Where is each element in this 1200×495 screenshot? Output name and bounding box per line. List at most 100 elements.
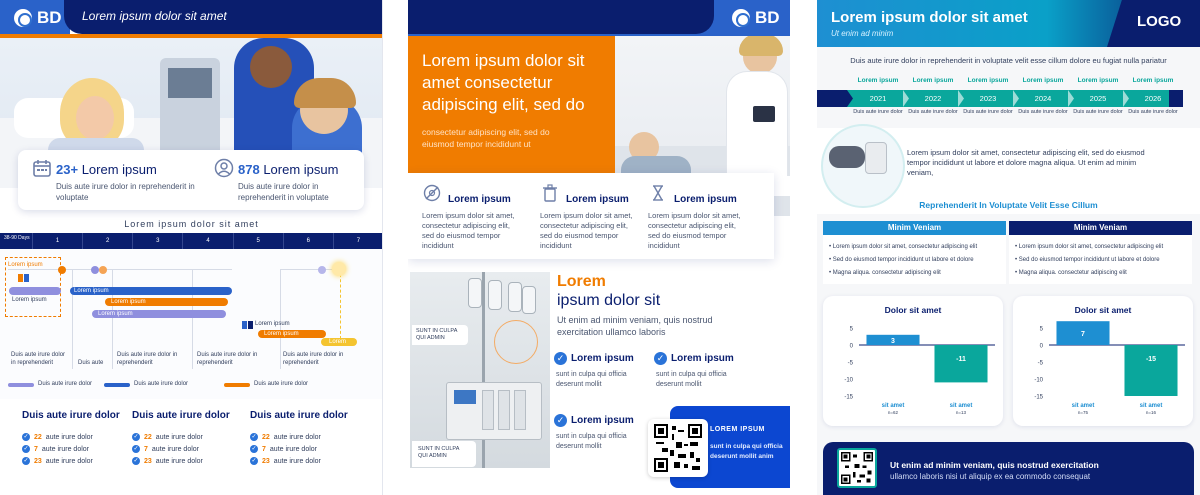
section-title: Lorem ipsum dolor sit — [557, 273, 787, 311]
y-tick-label: 0 — [1040, 344, 1044, 350]
header-title: Lorem ipsum dolor sit amet — [82, 9, 227, 23]
brand-logo: BD — [732, 8, 780, 28]
hero-subtitle: consectetur adipiscing elit, sed do eius… — [422, 127, 550, 149]
purple-dot-right — [318, 266, 326, 274]
check-icon: ✓ — [22, 457, 30, 465]
section-desc: Ut enim ad minim veniam, quis nostrud ex… — [557, 315, 713, 337]
summary-item: ✓ 23 aute irure dolor — [132, 457, 242, 465]
orange-dot — [58, 266, 66, 274]
summary-text: aute irure dolor — [155, 457, 203, 465]
logo-block: LOGO — [1107, 0, 1200, 47]
info-table: Minim Veniam • Lorem ipsum dolor sit ame… — [823, 221, 1006, 284]
panel3-title: Lorem ipsum dolor sit amet — [831, 9, 1028, 26]
reprehenderit-heading: Reprehenderit In Voluptate Velit Esse Ci… — [919, 200, 1098, 210]
summary-num: 7 — [262, 445, 266, 453]
timeline-note: Duis aute irure dolor in reprehenderit — [117, 352, 178, 366]
timeline-note: Duis aute — [78, 360, 104, 366]
summary-text: aute irure dolor — [41, 445, 89, 453]
check-icon: ✓ — [554, 414, 567, 427]
features-card: Lorem ipsum Lorem ipsum dolor sit amet, … — [408, 173, 774, 259]
summary-num: 22 — [34, 433, 42, 441]
panel3-subtitle: Ut enim ad minim — [831, 29, 894, 38]
callout-card-bottom: SUNT IN CULPA QUI ADMIN — [412, 441, 476, 467]
check-title: Lorem ipsum — [671, 353, 734, 364]
yellow-pill: Lorem — [321, 338, 357, 346]
y-tick-label: -5 — [1038, 361, 1044, 367]
yellow-pill-label: Lorem — [329, 339, 347, 345]
check-icon: ✓ — [250, 433, 258, 441]
y-tick-label: 5 — [1040, 327, 1044, 333]
check-text: sunt in culpa qui officia deserunt molli… — [556, 433, 627, 450]
brand-logo: BD — [14, 8, 62, 28]
summary-item: ✓ 22 aute irure dolor — [250, 433, 370, 441]
table-header: Minim Veniam — [1009, 221, 1192, 235]
y-tick-label: 0 — [850, 344, 854, 350]
summary-item: ✓ 22 aute irure dolor — [132, 433, 242, 441]
year-notes-row: Duis aute irure dolor Duis aute irure dol… — [817, 109, 1200, 119]
check-icon: ✓ — [22, 433, 30, 441]
stat1-heading: 23+ Lorem ipsum — [56, 162, 157, 177]
check-text: sunt in culpa qui officia deserunt molli… — [656, 371, 727, 388]
brand-name: BD — [37, 8, 62, 27]
day-cell: 6 — [282, 233, 333, 249]
summary-item: ✓ 23 aute irure dolor — [22, 457, 132, 465]
stat1-desc: Duis aute irure dolor in reprehenderit i… — [56, 182, 195, 202]
check-icon: ✓ — [250, 445, 258, 453]
y-tick-label: -10 — [1034, 378, 1043, 384]
summary-text: aute irure dolor — [45, 433, 93, 441]
x-category-label: sit amet — [882, 403, 905, 409]
bar-value-label: 3 — [891, 338, 895, 345]
blue-bar-label: Lorem ipsum — [74, 288, 109, 294]
table-body: • Lorem ipsum dolor sit amet, consectetu… — [823, 235, 1006, 284]
bd-logo-icon — [14, 9, 32, 27]
person-icon — [214, 158, 234, 178]
check-icon: ✓ — [654, 352, 667, 365]
bd-logo-icon — [732, 9, 750, 27]
timeline-note: Duis aute irure dolor in reprehenderit — [197, 352, 258, 366]
legend-label: Duis aute irure dolor — [134, 381, 189, 387]
section-title-navy: ipsum dolor sit — [557, 292, 661, 309]
summary-text: aute irure dolor — [155, 433, 203, 441]
summary-num: 7 — [34, 445, 38, 453]
table-row: • Lorem ipsum dolor sit amet, consectetu… — [1015, 244, 1164, 250]
intro-text: Duis aute irure dolor in reprehenderit i… — [850, 56, 1167, 65]
table-row-text: Magna aliqua. consectetur adipiscing eli… — [832, 270, 941, 276]
year-note: Duis aute irure dolor — [1128, 109, 1178, 115]
table-row: • Magna aliqua. consectetur adipiscing e… — [1015, 270, 1127, 276]
feature-title: Lorem ipsum — [448, 194, 511, 205]
footer-bar: Ut enim ad minim veniam, quis nostrud ex… — [823, 442, 1194, 495]
x-category-label: sit amet — [950, 403, 973, 409]
table-row: • Lorem ipsum dolor sit amet, consectetu… — [829, 244, 978, 250]
orange-pill2-label: Lorem ipsum — [264, 331, 299, 337]
summary-column: Duis aute irure dolor ✓ 22 aute irure dolo… — [132, 410, 242, 465]
qr-frame — [837, 448, 877, 488]
chart-card: Dolor sit amet 5 0 -5 -10 -15 7 sit amet n=75 -15… — [1013, 296, 1193, 426]
chart-bar — [1124, 345, 1178, 396]
day-number: 7 — [356, 238, 361, 244]
day-cell: 7 — [332, 233, 382, 249]
y-tick-label: -5 — [848, 361, 854, 367]
summary-item: ✓ 22 aute irure dolor — [22, 433, 132, 441]
footer-title: Ut enim ad minim veniam, quis nostrud ex… — [890, 460, 1099, 470]
device-text: Lorem ipsum dolor sit amet, consectetur … — [907, 148, 1145, 177]
check-text: sunt in culpa qui officia deserunt molli… — [556, 371, 627, 388]
footer-text: ullamco laboris nisi ut aliquip ex ea co… — [890, 472, 1091, 481]
blood-pressure-cuff — [829, 146, 865, 168]
chart-title: Dolor sit amet — [1075, 305, 1132, 315]
summary-item: ✓ 7 aute irure dolor — [250, 445, 370, 453]
summary-text: aute irure dolor — [273, 433, 321, 441]
day-cell: 2 — [82, 233, 132, 249]
header-navy-pill — [408, 0, 714, 34]
header-title-pill: Lorem ipsum dolor sit amet — [64, 0, 382, 34]
callout-card-top: SUNT IN CULPA QUI ADMIN — [412, 325, 468, 345]
bar-value-label: 7 — [1081, 331, 1085, 338]
check-icon: ✓ — [554, 352, 567, 365]
days-row: 1 2 3 4 5 6 7 — [32, 233, 382, 249]
stat2-desc: Duis aute irure dolor in reprehenderit i… — [238, 182, 329, 202]
sun-icon — [332, 262, 346, 276]
day-cell: 5 — [232, 233, 283, 249]
purple-pill-tag — [9, 287, 61, 295]
table-row: • Sed do eiusmod tempor incididunt ut la… — [829, 257, 974, 263]
legend-label: Duis aute irure dolor — [38, 381, 93, 387]
feature-text: Lorem ipsum dolor sit amet, consectetur … — [540, 211, 633, 250]
